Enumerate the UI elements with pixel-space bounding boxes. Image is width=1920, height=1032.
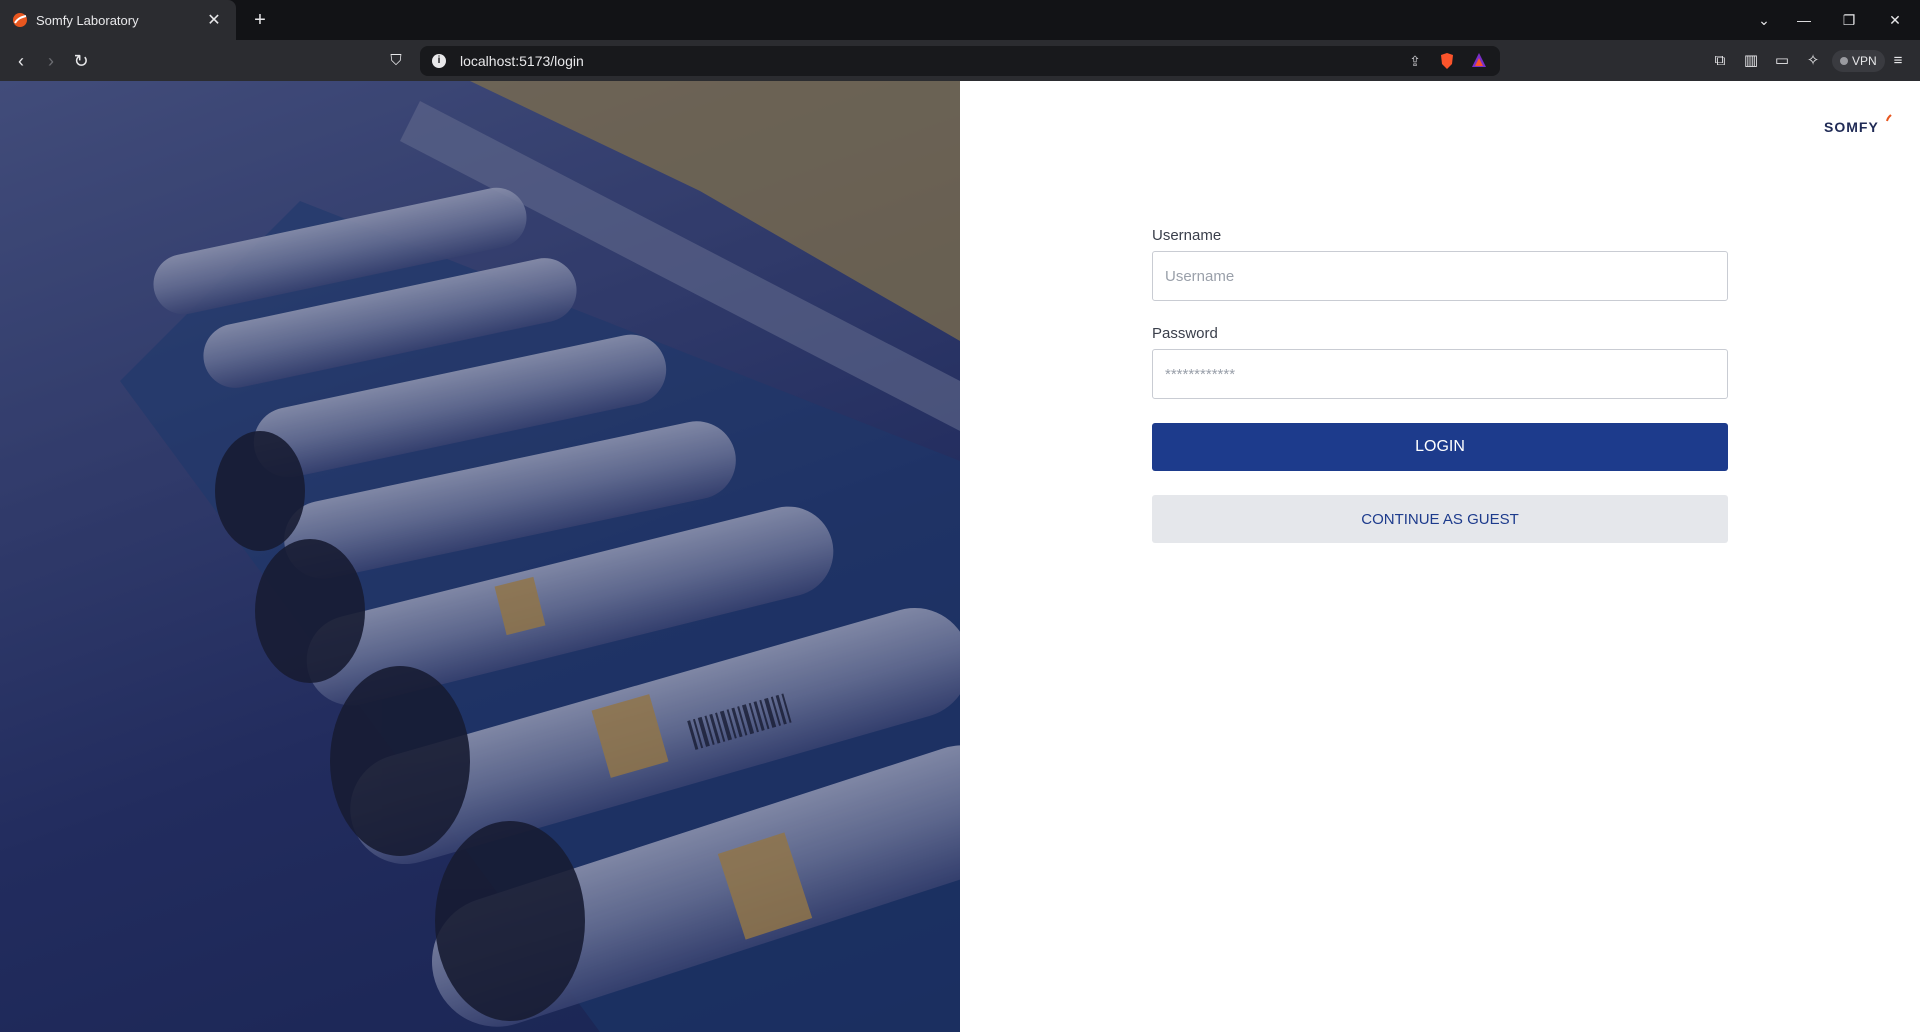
bookmark-icon[interactable]: ⛉	[388, 52, 404, 70]
username-group: Username	[1152, 227, 1728, 301]
hero-overlay	[0, 81, 960, 1032]
password-input[interactable]	[1152, 349, 1728, 399]
menu-icon[interactable]: ≡	[1887, 50, 1909, 72]
address-url[interactable]: localhost:5173/login	[460, 53, 1392, 69]
login-page: SOMFY Username Password LOGIN CONTINUE A…	[0, 81, 1920, 1032]
close-icon[interactable]: ✕	[204, 10, 224, 30]
minimize-icon[interactable]: —	[1792, 8, 1816, 32]
share-icon[interactable]: ⇪	[1406, 52, 1424, 70]
login-form: Username Password LOGIN CONTINUE AS GUES…	[1152, 227, 1728, 543]
new-tab-button[interactable]: +	[248, 8, 272, 32]
login-button[interactable]: LOGIN	[1152, 423, 1728, 471]
restore-icon[interactable]: ❐	[1837, 8, 1861, 32]
username-label: Username	[1152, 227, 1222, 244]
browser-toolbar: ‹ › ↻ ⛉ i localhost:5173/login ⇪ ⧉ ▥ ▭ ✧…	[0, 40, 1920, 81]
vpn-status-icon	[1840, 57, 1848, 65]
brave-shields-icon[interactable]	[1438, 52, 1456, 70]
leo-ai-icon[interactable]: ✧	[1802, 50, 1824, 72]
extensions-icon[interactable]: ⧉	[1709, 50, 1731, 72]
somfy-favicon-icon	[13, 13, 27, 27]
brave-rewards-icon[interactable]	[1470, 52, 1488, 70]
hero-image	[0, 81, 960, 1032]
back-icon[interactable]: ‹	[8, 48, 34, 74]
vpn-label: VPN	[1852, 54, 1877, 68]
forward-icon[interactable]: ›	[38, 48, 64, 74]
sidebar-icon[interactable]: ▥	[1740, 50, 1762, 72]
vpn-button[interactable]: VPN	[1832, 50, 1885, 72]
somfy-logo: SOMFY	[1824, 119, 1879, 135]
address-bar[interactable]: i localhost:5173/login ⇪	[420, 46, 1500, 76]
browser-tab[interactable]: Somfy Laboratory ✕	[0, 0, 236, 40]
tab-strip: Somfy Laboratory ✕ + ⌄ — ❐ ✕	[0, 0, 1920, 40]
close-window-icon[interactable]: ✕	[1883, 8, 1907, 32]
logo-mark-icon	[1886, 114, 1892, 122]
password-group: Password	[1152, 325, 1728, 399]
login-panel: SOMFY Username Password LOGIN CONTINUE A…	[960, 81, 1920, 1032]
reload-icon[interactable]: ↻	[68, 48, 94, 74]
tab-title: Somfy Laboratory	[36, 12, 139, 28]
password-label: Password	[1152, 325, 1218, 342]
continue-as-guest-button[interactable]: CONTINUE AS GUEST	[1152, 495, 1728, 543]
wallet-icon[interactable]: ▭	[1771, 50, 1793, 72]
chevron-down-icon[interactable]: ⌄	[1752, 8, 1776, 32]
site-info-icon[interactable]: i	[432, 54, 446, 68]
username-input[interactable]	[1152, 251, 1728, 301]
